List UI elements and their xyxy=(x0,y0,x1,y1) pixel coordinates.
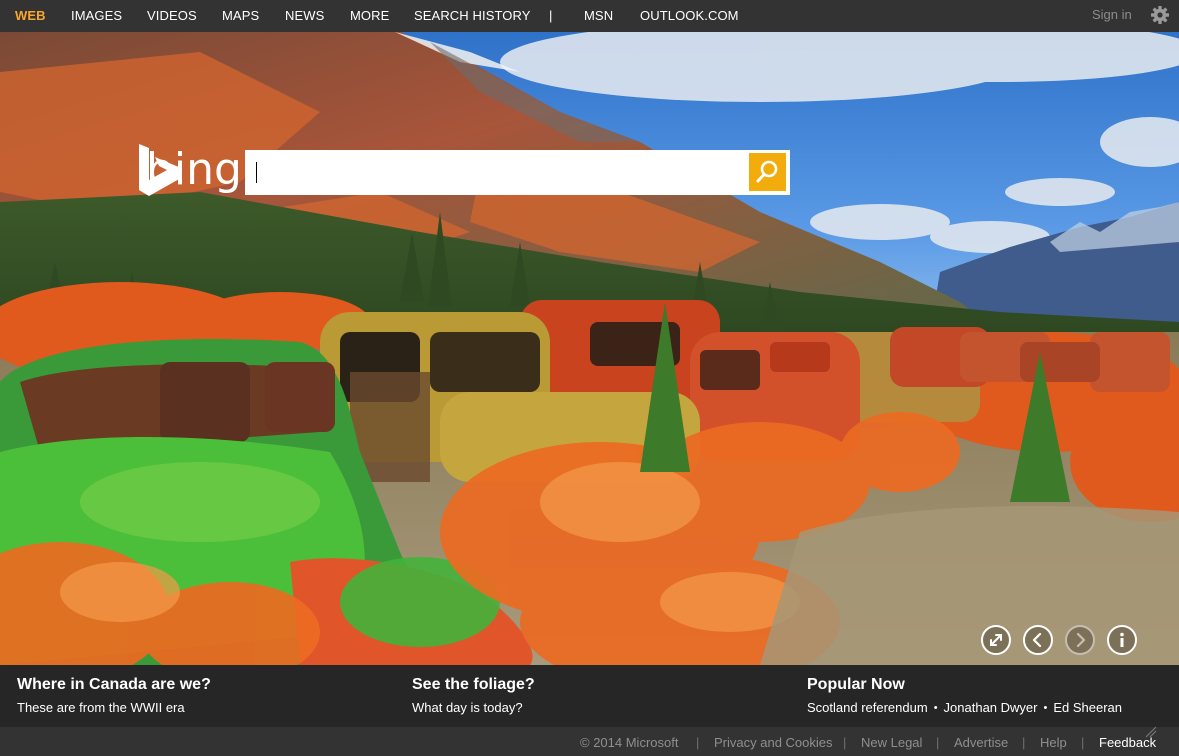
nav-videos[interactable]: VIDEOS xyxy=(147,0,197,32)
chevron-right-icon xyxy=(1076,632,1086,648)
popular-now-list: Scotland referendum • Jonathan Dwyer • Ed Sh… xyxy=(807,700,1122,715)
caption-title-1[interactable]: Where in Canada are we? xyxy=(17,676,211,694)
footer-separator: | xyxy=(696,735,700,750)
popular-separator: • xyxy=(933,702,938,714)
previous-image-button[interactable] xyxy=(1023,625,1053,655)
caption-subtitle-1[interactable]: These are from the WWII era xyxy=(17,700,185,715)
popular-separator: • xyxy=(1043,702,1048,714)
image-info-button[interactable] xyxy=(1107,625,1137,655)
nav-msn[interactable]: MSN xyxy=(584,0,613,32)
caption-title-2[interactable]: See the foliage? xyxy=(412,676,535,694)
footer-separator: | xyxy=(936,735,940,750)
top-navigation-bar: WEB IMAGES VIDEOS MAPS NEWS MORE SEARCH … xyxy=(0,0,1179,32)
help-link[interactable]: Help xyxy=(1040,727,1067,756)
nav-more[interactable]: MORE xyxy=(350,0,389,32)
sign-in-link[interactable]: Sign in xyxy=(1092,0,1132,32)
bing-homepage: WEB IMAGES VIDEOS MAPS NEWS MORE SEARCH … xyxy=(0,0,1179,756)
nav-images[interactable]: IMAGES xyxy=(71,0,122,32)
caption-subtitle-2[interactable]: What day is today? xyxy=(412,700,523,715)
advertise-link[interactable]: Advertise xyxy=(954,727,1008,756)
nav-maps[interactable]: MAPS xyxy=(222,0,259,32)
footer: © 2014 Microsoft | Privacy and Cookies |… xyxy=(0,727,1179,756)
popular-item[interactable]: Jonathan Dwyer xyxy=(944,700,1038,715)
nav-outlook[interactable]: OUTLOOK.COM xyxy=(640,0,739,32)
footer-separator: | xyxy=(1022,735,1026,750)
gear-icon[interactable] xyxy=(1150,5,1170,25)
info-icon xyxy=(1120,632,1124,647)
nav-news[interactable]: NEWS xyxy=(285,0,324,32)
copyright-text: © 2014 Microsoft xyxy=(580,735,679,750)
new-legal-link[interactable]: New Legal xyxy=(861,727,922,756)
footer-separator: | xyxy=(1081,735,1085,750)
footer-separator: | xyxy=(843,735,847,750)
next-image-button[interactable] xyxy=(1065,625,1095,655)
search-input[interactable] xyxy=(245,150,740,195)
bing-logo-text: bing xyxy=(146,144,242,195)
popular-item[interactable]: Scotland referendum xyxy=(807,700,928,715)
nav-web[interactable]: WEB xyxy=(15,0,46,32)
privacy-cookies-link[interactable]: Privacy and Cookies xyxy=(714,727,833,756)
search-box xyxy=(245,150,790,195)
view-full-image-button[interactable] xyxy=(981,625,1011,655)
feedback-grip-icon xyxy=(1145,726,1157,738)
background-photo xyxy=(0,32,1179,665)
chevron-left-icon xyxy=(1032,632,1042,648)
nav-search-history[interactable]: SEARCH HISTORY xyxy=(414,0,531,32)
nav-separator: | xyxy=(549,8,553,23)
popular-now-title: Popular Now xyxy=(807,676,905,693)
popular-item[interactable]: Ed Sheeran xyxy=(1053,700,1122,715)
search-icon xyxy=(756,160,778,183)
caption-bar: Where in Canada are we? These are from t… xyxy=(0,665,1179,727)
expand-icon xyxy=(990,634,1002,646)
search-button[interactable] xyxy=(749,153,786,191)
